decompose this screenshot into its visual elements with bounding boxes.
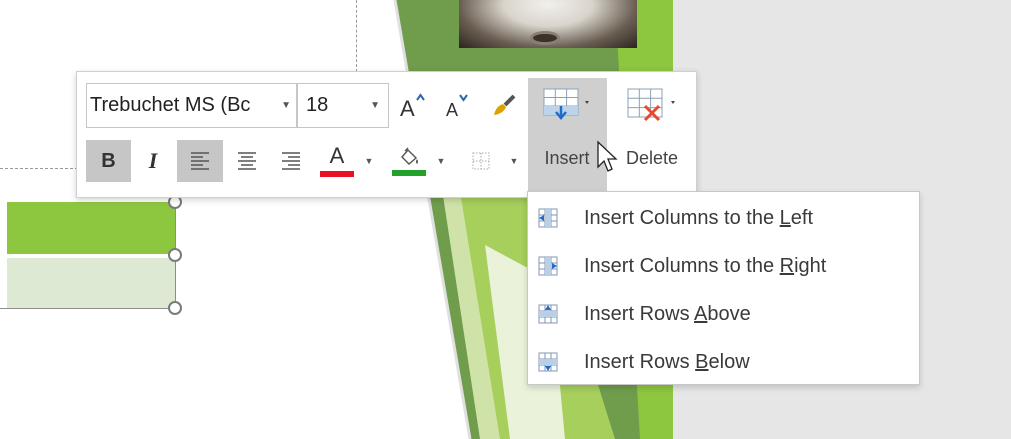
delete-table-icon <box>627 88 675 122</box>
format-painter-button[interactable] <box>485 86 521 126</box>
menu-item-label: Insert Columns to the Right <box>584 255 827 277</box>
svg-text:A: A <box>400 96 415 121</box>
insert-button-label[interactable]: Insert <box>534 148 600 169</box>
chevron-down-icon[interactable]: ▼ <box>434 140 448 182</box>
font-color-button[interactable]: A <box>317 140 357 182</box>
insert-dropdown-menu: Insert Columns to the Left Insert Column… <box>527 191 920 385</box>
delete-table-button[interactable] <box>619 80 685 136</box>
slide-table[interactable] <box>0 202 176 308</box>
slide-photo <box>459 0 637 48</box>
font-size-value: 18 <box>306 94 329 116</box>
highlight-color-swatch <box>392 169 426 176</box>
align-center-icon <box>238 152 256 170</box>
table-row[interactable] <box>7 202 175 254</box>
font-color-icon: A <box>329 143 345 168</box>
font-color-swatch <box>320 171 354 177</box>
insert-rows-below-icon <box>538 352 558 372</box>
insert-columns-right-icon <box>538 256 558 276</box>
align-center-button[interactable] <box>227 140 267 182</box>
menu-item-label: Insert Rows Above <box>584 303 751 325</box>
format-painter-icon <box>494 94 516 115</box>
insert-columns-left-icon <box>538 208 558 228</box>
font-name-combobox[interactable]: Trebuchet MS (Bc ▼ <box>86 83 298 128</box>
resize-handle[interactable] <box>168 248 182 262</box>
increase-font-size-icon: A <box>400 93 425 121</box>
shape-fill-icon <box>401 147 418 165</box>
table-row[interactable] <box>7 258 175 308</box>
chevron-down-icon[interactable]: ▼ <box>507 140 521 182</box>
borders-button[interactable] <box>461 140 501 182</box>
mouse-cursor-icon <box>597 140 618 172</box>
mini-toolbar: Trebuchet MS (Bc ▼ 18 ▼ A A Insert Delet… <box>76 71 697 198</box>
align-left-button[interactable] <box>177 140 223 182</box>
menu-item-label: Insert Columns to the Left <box>584 207 814 229</box>
chevron-down-icon[interactable]: ▼ <box>370 84 380 127</box>
italic-button[interactable]: I <box>135 140 171 182</box>
bold-button[interactable]: B <box>86 140 131 182</box>
insert-table-icon <box>543 88 589 120</box>
font-size-combobox[interactable]: 18 ▼ <box>298 83 389 128</box>
insert-table-button[interactable] <box>537 80 599 136</box>
menu-item-label: Insert Rows Below <box>584 351 750 373</box>
align-right-icon <box>282 152 300 170</box>
chevron-down-icon[interactable]: ▼ <box>281 84 291 127</box>
align-left-icon <box>191 152 209 170</box>
layout-guide-vertical <box>356 0 357 72</box>
menu-item-insert-rows-above[interactable]: Insert Rows Above <box>529 291 918 337</box>
decrease-font-size-icon: A <box>446 94 468 120</box>
menu-item-insert-columns-right[interactable]: Insert Columns to the Right <box>529 243 918 289</box>
chevron-down-icon[interactable]: ▼ <box>362 140 376 182</box>
menu-item-insert-columns-left[interactable]: Insert Columns to the Left <box>529 195 918 241</box>
decrease-font-size-button[interactable]: A <box>439 86 473 126</box>
delete-button-label[interactable]: Delete <box>619 148 685 169</box>
layout-guide-horizontal <box>0 168 78 169</box>
selection-border <box>0 308 176 309</box>
font-name-value: Trebuchet MS (Bc <box>90 94 251 116</box>
align-right-button[interactable] <box>271 140 311 182</box>
menu-item-insert-rows-below[interactable]: Insert Rows Below <box>529 339 918 385</box>
borders-icon <box>472 152 490 170</box>
shape-fill-button[interactable] <box>389 140 429 182</box>
resize-handle[interactable] <box>168 301 182 315</box>
svg-text:A: A <box>446 100 458 120</box>
insert-rows-above-icon <box>538 304 558 324</box>
increase-font-size-button[interactable]: A <box>395 86 429 126</box>
